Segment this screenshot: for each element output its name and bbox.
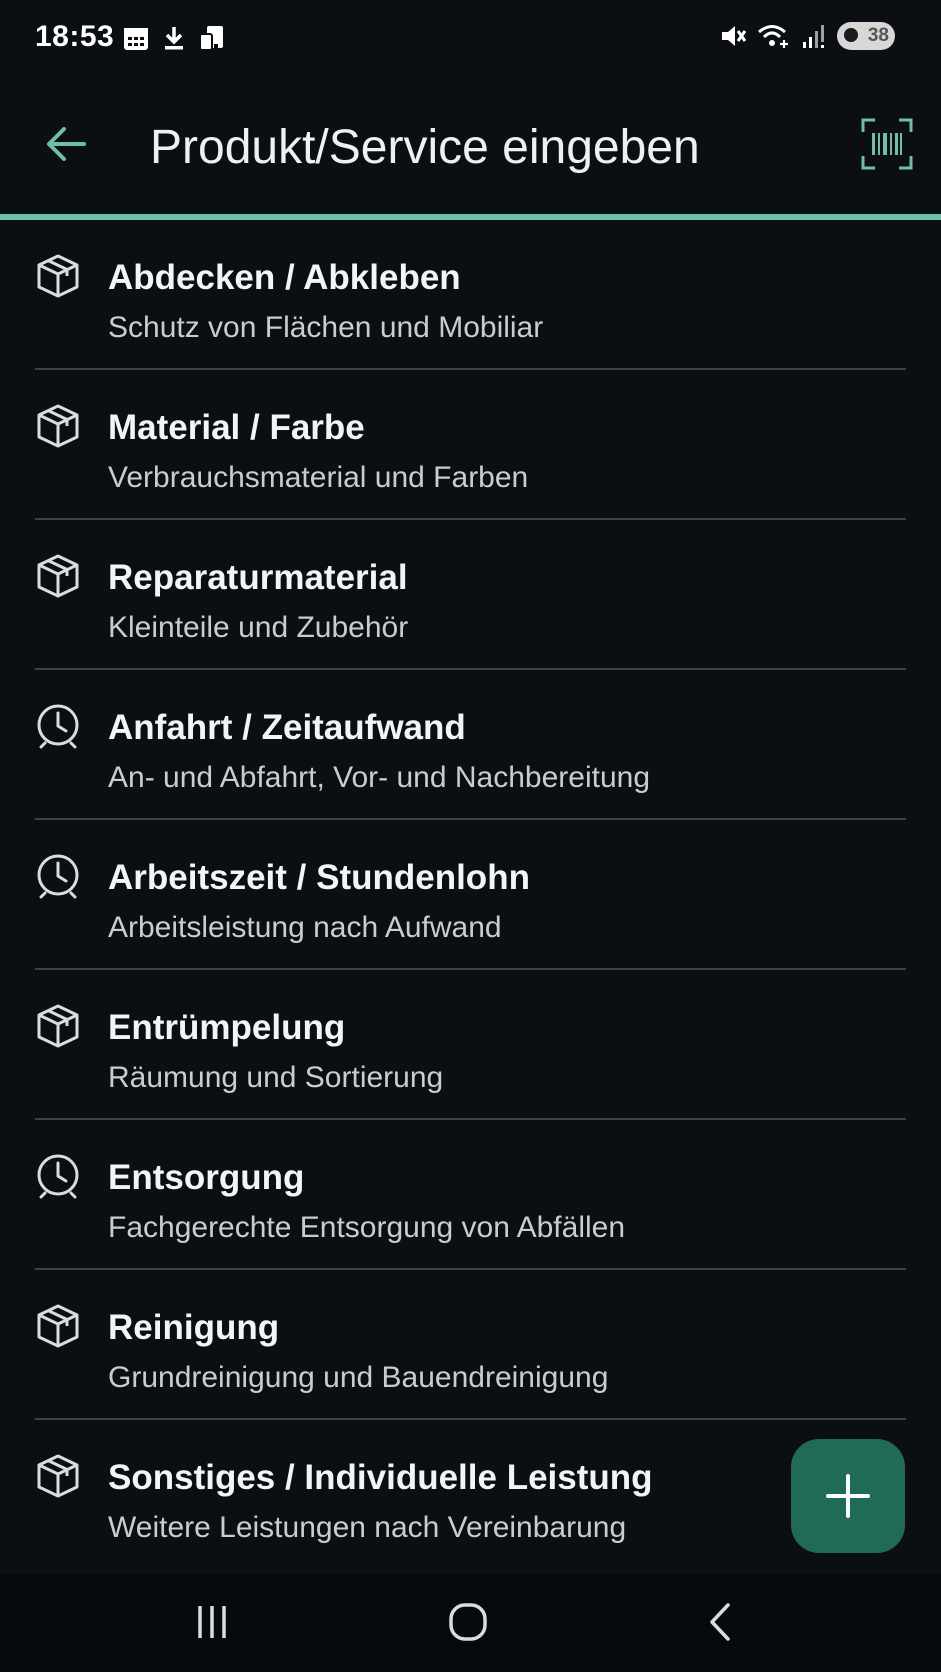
item-title: Sonstiges / Individuelle Leistung	[108, 1458, 653, 1497]
item-title: Arbeitszeit / Stundenlohn	[108, 858, 530, 897]
battery-icon: 38	[837, 22, 895, 50]
back-nav-icon	[710, 1603, 730, 1641]
item-subtitle: Grundreinigung und Bauendreinigung	[108, 1361, 609, 1394]
item-title: Material / Farbe	[108, 408, 365, 447]
list-item[interactable]: Entsorgung Fachgerechte Entsorgung von A…	[0, 1120, 941, 1270]
barcode-scan-icon	[861, 118, 913, 170]
battery-saver-leaf	[844, 28, 858, 42]
status-right-icons: 38	[719, 22, 895, 50]
item-subtitle: Arbeitsleistung nach Aufwand	[108, 911, 502, 944]
battery-level: 38	[867, 25, 889, 46]
recents-icon	[198, 1606, 226, 1638]
system-nav-bar	[0, 1574, 941, 1672]
download-icon	[165, 27, 183, 50]
add-item-fab[interactable]	[791, 1439, 905, 1553]
clock-icon	[37, 1154, 79, 1199]
clock-icon	[37, 704, 79, 749]
item-title: Abdecken / Abkleben	[108, 258, 461, 297]
list-item[interactable]: Anfahrt / Zeitaufwand An- und Abfahrt, V…	[0, 670, 941, 820]
screen: 18:53 38 Produkt/Service eingeben Abdeck…	[0, 0, 941, 1672]
signal-icon	[803, 25, 824, 48]
box-icon	[37, 404, 79, 448]
calendar-icon	[124, 28, 148, 50]
wifi-icon	[758, 25, 788, 48]
box-icon	[37, 254, 79, 298]
list-item[interactable]: Arbeitszeit / Stundenlohn Arbeitsleistun…	[0, 820, 941, 970]
status-bar: 18:53 38	[0, 0, 941, 80]
item-subtitle: Fachgerechte Entsorgung von Abfällen	[108, 1211, 626, 1244]
list-item[interactable]: Abdecken / Abkleben Schutz von Flächen u…	[0, 220, 941, 370]
item-title: Entsorgung	[108, 1158, 305, 1197]
arrow-left-icon	[47, 127, 86, 161]
status-time: 18:53	[35, 20, 115, 53]
device-icon	[199, 26, 223, 51]
item-subtitle: Verbrauchsmaterial und Farben	[108, 461, 529, 494]
page-title: Produkt/Service eingeben	[150, 121, 700, 174]
item-title: Entrümpelung	[108, 1008, 346, 1047]
nav-back-button[interactable]	[682, 1592, 762, 1652]
item-subtitle: Weitere Leistungen nach Vereinbarung	[108, 1511, 627, 1544]
list-item[interactable]: Material / Farbe Verbrauchsmaterial und …	[0, 370, 941, 520]
box-icon	[37, 554, 79, 598]
item-subtitle: An- und Abfahrt, Vor- und Nachbereitung	[108, 761, 651, 794]
item-title: Anfahrt / Zeitaufwand	[108, 708, 466, 747]
recents-button[interactable]	[172, 1592, 252, 1652]
box-icon	[37, 1454, 79, 1498]
box-icon	[37, 1304, 79, 1348]
list-item[interactable]: Reinigung Grundreinigung und Bauendreini…	[0, 1270, 941, 1420]
status-left-icons	[122, 24, 226, 52]
barcode-scan-button[interactable]	[861, 118, 913, 170]
box-icon	[37, 1004, 79, 1048]
list-item[interactable]: Reparaturmaterial Kleinteile und Zubehör	[0, 520, 941, 670]
home-icon	[449, 1603, 487, 1641]
service-list: Abdecken / Abkleben Schutz von Flächen u…	[0, 220, 941, 1570]
list-item[interactable]: Entrümpelung Räumung und Sortierung	[0, 970, 941, 1120]
clock-icon	[37, 854, 79, 899]
app-bar: Produkt/Service eingeben	[0, 80, 941, 218]
plus-icon	[826, 1474, 870, 1518]
back-button[interactable]	[38, 116, 94, 172]
item-title: Reparaturmaterial	[108, 558, 408, 597]
item-subtitle: Räumung und Sortierung	[108, 1061, 444, 1094]
item-title: Reinigung	[108, 1308, 280, 1347]
item-subtitle: Schutz von Flächen und Mobiliar	[108, 311, 544, 344]
mute-icon	[722, 26, 747, 46]
item-subtitle: Kleinteile und Zubehör	[108, 611, 409, 644]
home-button[interactable]	[428, 1592, 508, 1652]
